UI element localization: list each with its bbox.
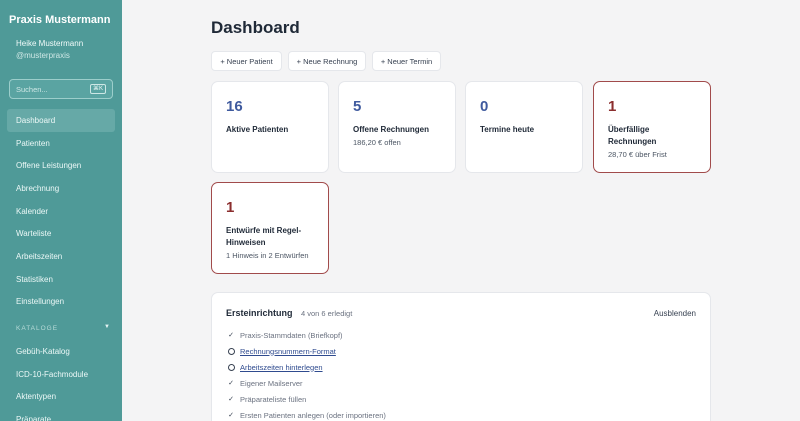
stat-label: Entwürfe mit Regel-Hinweisen: [226, 226, 302, 247]
sidebar-item-abrechnung[interactable]: Abrechnung: [0, 177, 122, 200]
stat-value: 1: [226, 199, 235, 216]
stat-card-overdue-invoices[interactable]: 1 Überfällige Rechnungen 28,70 € über Fr…: [593, 81, 711, 173]
setup-checklist-card: Ersteinrichtung 4 von 6 erledigt Ausblen…: [211, 292, 711, 421]
setup-step-label: Praxis-Stammdaten (Briefkopf): [240, 330, 343, 340]
practice-name[interactable]: Praxis Mustermann: [9, 14, 110, 26]
sidebar-item-patienten[interactable]: Patienten: [0, 132, 122, 155]
new-patient-button[interactable]: + Neuer Patient: [211, 51, 282, 71]
setup-step: ✓ Ersten Patienten anlegen (oder importi…: [226, 409, 386, 421]
stat-subtext: 1 Hinweis in 2 Entwürfen: [226, 251, 309, 260]
new-appointment-button[interactable]: + Neuer Termin: [372, 51, 441, 71]
sidebar: Praxis Mustermann Heike Mustermann @must…: [0, 0, 122, 421]
stat-card-open-invoices[interactable]: 5 Offene Rechnungen 186,20 € offen: [338, 81, 456, 173]
setup-step-link[interactable]: Arbeitszeiten hinterlegen: [240, 363, 323, 372]
catalog-section-label[interactable]: KATALOGE: [16, 325, 58, 332]
stat-label: Termine heute: [480, 125, 535, 134]
hide-setup-button[interactable]: Ausblenden: [654, 309, 696, 318]
setup-step: ✓ Eigener Mailserver: [226, 377, 303, 389]
setup-step-label: Eigener Mailserver: [240, 378, 303, 388]
stat-card-draft-rule-hints[interactable]: 1 Entwürfe mit Regel-Hinweisen 1 Hinweis…: [211, 182, 329, 274]
stat-value: 16: [226, 98, 243, 115]
setup-step: Rechnungsnummern-Format: [226, 345, 336, 357]
check-icon: ✓: [228, 380, 234, 387]
sidebar-item-warteliste[interactable]: Warteliste: [0, 222, 122, 245]
sidebar-item-icd10-fachmodule[interactable]: ICD-10-Fachmodule: [0, 363, 122, 386]
sidebar-item-gebuehr-katalog[interactable]: Gebüh-Katalog: [0, 340, 122, 363]
stat-value: 1: [608, 98, 617, 115]
setup-step: ✓ Praxis-Stammdaten (Briefkopf): [226, 329, 343, 341]
stat-label: Aktive Patienten: [226, 125, 289, 134]
stat-subtext: 28,70 € über Frist: [608, 150, 667, 159]
setup-progress-text: 4 von 6 erledigt: [301, 309, 353, 318]
check-icon: ✓: [228, 412, 234, 419]
search-placeholder: Suchen...: [16, 85, 48, 94]
caret-down-icon[interactable]: ▼: [104, 324, 110, 330]
setup-step: ✓ Präparateliste füllen: [226, 393, 306, 405]
user-name: Heike Mustermann: [16, 39, 84, 48]
setup-step-link[interactable]: Rechnungsnummern-Format: [240, 347, 336, 356]
search-shortcut-badge: ⌘K: [90, 84, 106, 94]
stat-label: Offene Rechnungen: [353, 125, 430, 134]
setup-step: Arbeitszeiten hinterlegen: [226, 361, 323, 373]
sidebar-item-offene-leistungen[interactable]: Offene Leistungen: [0, 154, 122, 177]
sidebar-item-arbeitszeiten[interactable]: Arbeitszeiten: [0, 245, 122, 268]
setup-step-label: Präparateliste füllen: [240, 394, 307, 404]
new-invoice-button[interactable]: + Neue Rechnung: [288, 51, 366, 71]
setup-title: Ersteinrichtung: [226, 308, 293, 318]
circle-icon: [226, 362, 236, 372]
search-input[interactable]: Suchen... ⌘K: [9, 79, 113, 99]
setup-step-label: Ersten Patienten anlegen (oder importier…: [240, 410, 386, 420]
sidebar-item-praeparate[interactable]: Präparate: [0, 408, 122, 421]
check-icon: ✓: [228, 332, 234, 339]
stat-value: 5: [353, 98, 362, 115]
sidebar-item-einstellungen[interactable]: Einstellungen: [0, 291, 122, 314]
stat-subtext: 186,20 € offen: [353, 138, 401, 147]
page-title: Dashboard: [211, 18, 300, 37]
circle-icon: [226, 346, 236, 356]
user-handle: @musterpraxis: [16, 51, 70, 60]
stat-label: Überfällige Rechnungen: [608, 125, 657, 146]
sidebar-item-dashboard[interactable]: Dashboard: [7, 109, 115, 132]
catalog-nav: Gebüh-Katalog ICD-10-Fachmodule Aktentyp…: [0, 340, 122, 421]
sidebar-item-statistiken[interactable]: Statistiken: [0, 268, 122, 291]
stat-card-active-patients[interactable]: 16 Aktive Patienten: [211, 81, 329, 173]
stat-value: 0: [480, 98, 489, 115]
sidebar-item-aktentypen[interactable]: Aktentypen: [0, 385, 122, 408]
main-nav: Dashboard Patienten Offene Leistungen Ab…: [0, 109, 122, 313]
stat-card-appointments-today[interactable]: 0 Termine heute: [465, 81, 583, 173]
check-icon: ✓: [228, 396, 234, 403]
sidebar-item-kalender[interactable]: Kalender: [0, 200, 122, 223]
